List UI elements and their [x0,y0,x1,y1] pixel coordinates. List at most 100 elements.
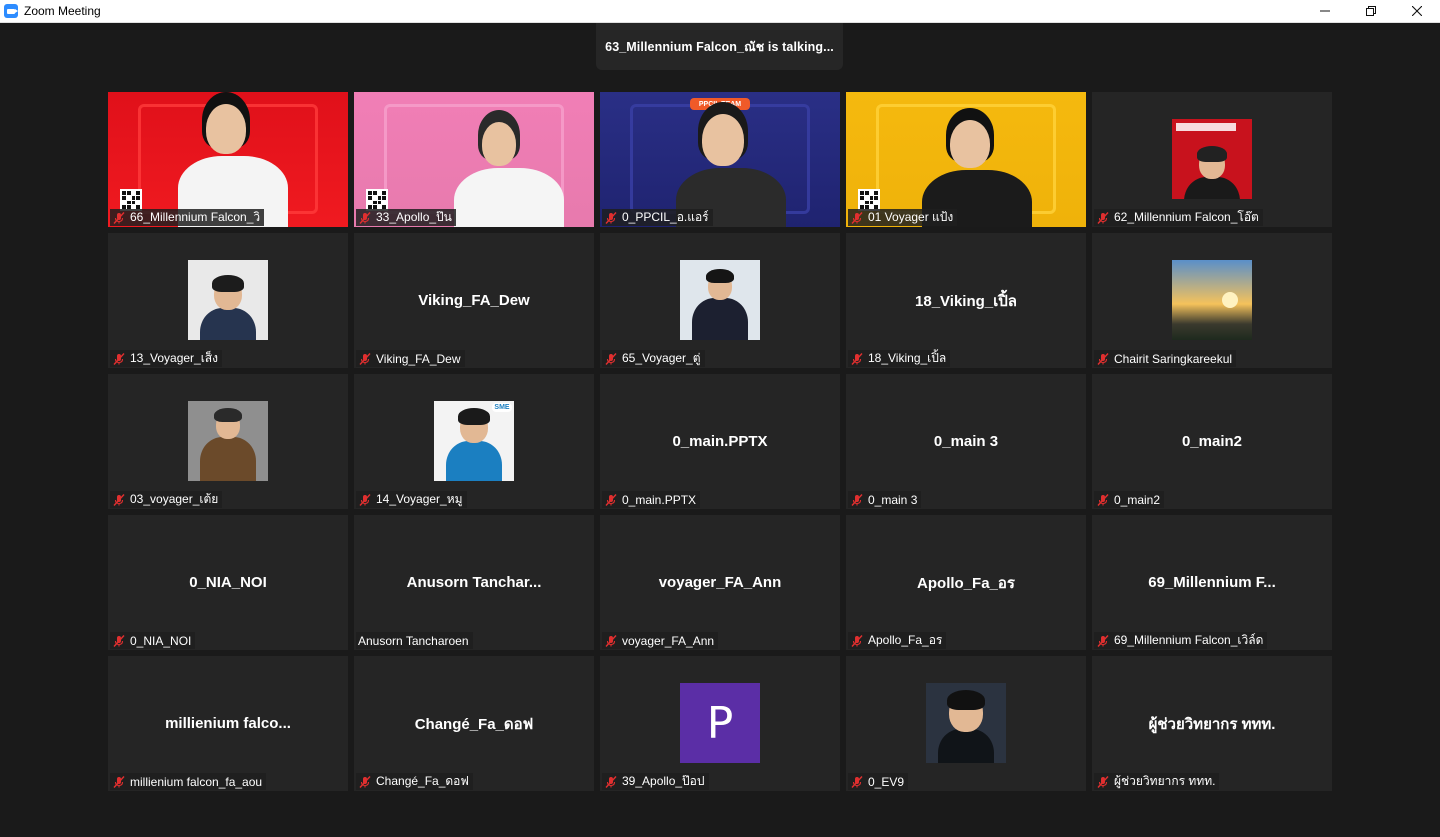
muted-mic-icon [850,775,864,789]
participant-tile[interactable]: 33_Apollo_ป๊น [354,92,594,227]
muted-mic-icon [1096,211,1110,225]
torso [454,168,564,227]
participant-name: 69_Millennium Falcon_เวิล์ด [1114,633,1264,647]
participant-tile[interactable]: PPCIL TEAM0_PPCIL_อ.แอร์ [600,92,840,227]
muted-mic-icon [358,352,372,366]
participant-tile[interactable]: 0_NIA_NOI 0_NIA_NOI [108,515,348,650]
participant-tile[interactable]: 65_Voyager_ตู่ [600,233,840,368]
participant-tile[interactable]: Viking_FA_Dew Viking_FA_Dew [354,233,594,368]
participant-name: Apollo_Fa_อร [868,633,943,647]
name-label: Chairit Saringkareekul [1094,350,1237,367]
profile-photo [680,260,760,340]
participant-tile[interactable]: 18_Viking_เปิ้ล 18_Viking_เปิ้ล [846,233,1086,368]
name-label: Viking_FA_Dew [356,350,465,367]
name-label: ผู้ช่วยวิทยากร ททท. [1094,773,1220,790]
window-title: Zoom Meeting [24,4,101,18]
name-label: millienium falcon_fa_aou [110,773,267,790]
name-label: Anusorn Tancharoen [356,632,473,649]
participant-name: 0_NIA_NOI [130,633,192,648]
hair [214,408,242,423]
muted-mic-icon [1096,775,1110,789]
participant-tile[interactable]: 03_voyager_เต้ย [108,374,348,509]
participant-tile[interactable]: millienium falco... millienium falcon_fa_… [108,656,348,791]
muted-mic-icon [850,493,864,507]
name-label: 0_main 3 [848,491,922,508]
profile-photo: SME [434,401,514,481]
participant-display-name: millienium falco... [165,715,291,732]
participant-name: 62_Millennium Falcon_โอ๊ต [1114,210,1259,224]
profile-photo [1172,119,1252,199]
participant-tile[interactable]: 13_Voyager_เส็ง [108,233,348,368]
muted-mic-icon [604,352,618,366]
window-controls [1302,0,1440,22]
muted-mic-icon [850,352,864,366]
profile-photo [188,260,268,340]
header-strip [1176,123,1236,131]
participant-tile[interactable]: 66_Millennium Falcon_วิ [108,92,348,227]
participant-display-name: Apollo_Fa_อร [917,574,1015,592]
participant-tile[interactable]: 0_main2 0_main2 [1092,374,1332,509]
minimize-icon [1320,10,1330,12]
participant-tile[interactable]: 62_Millennium Falcon_โอ๊ต [1092,92,1332,227]
participant-display-name: 18_Viking_เปิ้ล [915,292,1017,310]
restore-button[interactable] [1348,0,1394,22]
participant-name: 39_Apollo_ป๊อป [622,774,705,788]
participant-name: 18_Viking_เปิ้ล [868,351,947,365]
participant-tile[interactable]: 0_main.PPTX 0_main.PPTX [600,374,840,509]
hair [458,408,490,425]
face [482,122,516,166]
participant-name: 0_EV9 [868,774,905,789]
name-label: 69_Millennium Falcon_เวิล์ด [1094,632,1268,649]
participant-name: Chairit Saringkareekul [1114,351,1233,366]
name-label: 33_Apollo_ป๊น [356,209,456,226]
participant-display-name: 0_main.PPTX [672,433,768,450]
name-label: Apollo_Fa_อร [848,632,947,649]
muted-mic-icon [112,634,126,648]
name-label: 65_Voyager_ตู่ [602,350,705,367]
muted-mic-icon [358,211,372,225]
name-label: 0_NIA_NOI [110,632,196,649]
participant-display-name: Changé_Fa_ดอฟ [414,715,534,733]
gallery-grid: 66_Millennium Falcon_วิ 33_Apollo_ป๊น PPCI… [108,92,1332,791]
minimize-button[interactable] [1302,0,1348,22]
participant-display-name: Viking_FA_Dew [418,292,530,309]
name-label: 13_Voyager_เส็ง [110,350,223,367]
participant-display-name: Anusorn Tanchar... [406,574,542,591]
participant-display-name: 0_main2 [1181,433,1243,450]
participant-tile[interactable]: Changé_Fa_ดอฟ Changé_Fa_ดอฟ [354,656,594,791]
participant-tile[interactable]: 0_main 3 0_main 3 [846,374,1086,509]
participant-tile[interactable]: Anusorn Tanchar... Anusorn Tancharoen [354,515,594,650]
participant-name: ผู้ช่วยวิทยากร ททท. [1114,774,1216,788]
participant-name: 66_Millennium Falcon_วิ [130,210,261,224]
muted-mic-icon [112,352,126,366]
restore-icon [1366,6,1376,16]
name-label: 0_PPCIL_อ.แอร์ [602,209,713,226]
participant-name: 0_main 3 [868,492,918,507]
torso [692,298,748,340]
profile-photo [188,401,268,481]
muted-mic-icon [850,634,864,648]
participant-tile[interactable]: SME 14_Voyager_หมู [354,374,594,509]
torso [200,437,256,481]
participant-name: 0_main2 [1114,492,1161,507]
hair [947,690,985,711]
participant-tile[interactable]: Chairit Saringkareekul [1092,233,1332,368]
close-button[interactable] [1394,0,1440,22]
participant-name: Viking_FA_Dew [376,351,461,366]
participant-tile[interactable]: 69_Millennium F... 69_Millennium Falcon_เ… [1092,515,1332,650]
hair [706,269,734,284]
participant-tile[interactable]: voyager_FA_Ann voyager_FA_Ann [600,515,840,650]
video-feed [846,92,1086,227]
participant-tile[interactable]: 0_EV9 [846,656,1086,791]
name-label: 39_Apollo_ป๊อป [602,773,709,790]
face [206,104,246,154]
participant-tile[interactable]: Apollo_Fa_อร Apollo_Fa_อร [846,515,1086,650]
participant-tile[interactable]: P 39_Apollo_ป๊อป [600,656,840,791]
participant-tile[interactable]: ผู้ช่วยวิทยากร ททท. ผู้ช่วยวิทยากร ททท. [1092,656,1332,791]
participant-tile[interactable]: 01 Voyager แป้ง [846,92,1086,227]
muted-mic-icon [112,775,126,789]
active-speaker-banner: 63_Millennium Falcon_ณัช is talking... [596,23,843,70]
torso [1184,177,1240,199]
participant-name: 0_PPCIL_อ.แอร์ [622,210,709,224]
participant-display-name: 0_main 3 [933,433,999,450]
